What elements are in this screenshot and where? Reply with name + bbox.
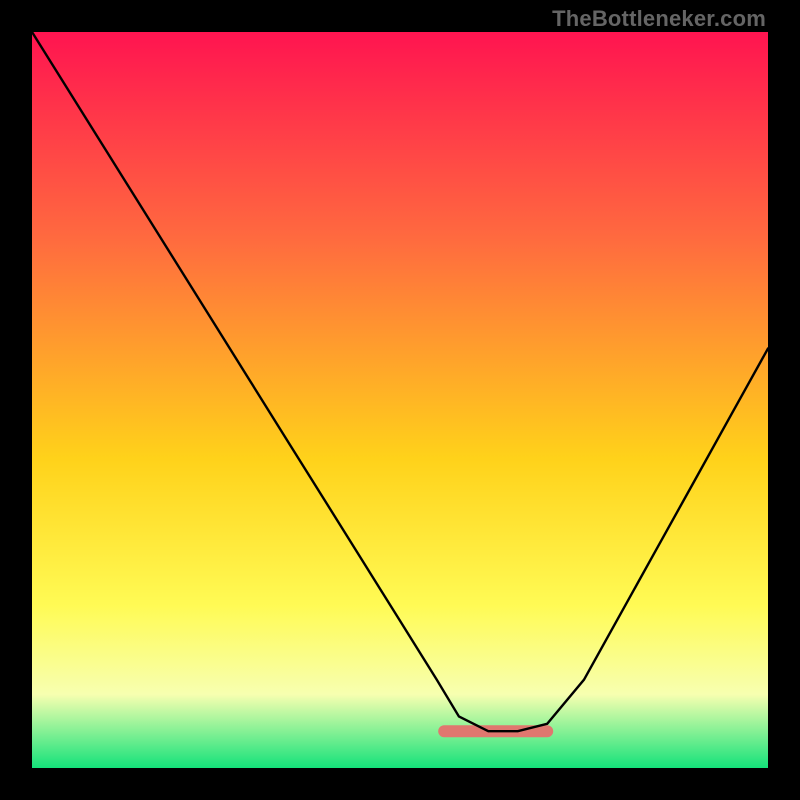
watermark-text: TheBottleneker.com [552, 6, 766, 32]
chart-frame [32, 32, 768, 768]
gradient-background [32, 32, 768, 768]
chart-svg [32, 32, 768, 768]
